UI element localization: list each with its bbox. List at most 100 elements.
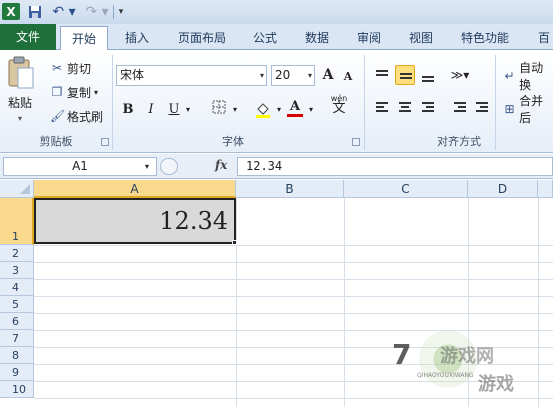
align-top-button[interactable] [372, 65, 392, 85]
cut-button[interactable]: ✂ 剪切 [50, 59, 91, 77]
wrap-text-label: 自动换 [519, 61, 544, 92]
name-box-dropdown-icon[interactable]: ▾ [145, 157, 149, 176]
tab-home[interactable]: 开始 [60, 26, 108, 50]
cut-label: 剪切 [67, 61, 92, 76]
font-name-select[interactable]: 宋体 ▾ [116, 65, 267, 86]
formula-input[interactable]: 12.34 [237, 157, 553, 176]
watermark-number: 7 [392, 338, 412, 371]
gridline [34, 330, 553, 331]
tab-file[interactable]: 文件 [0, 24, 56, 50]
align-center-button[interactable] [395, 98, 415, 118]
phonetic-char: 文 [332, 101, 346, 116]
watermark-text: 游戏网 [440, 346, 494, 367]
format-painter-button[interactable]: 🖌 格式刷 [50, 107, 103, 125]
excel-icon[interactable]: X [2, 3, 20, 20]
row-header-3[interactable]: 3 [0, 262, 34, 279]
fill-color-icon[interactable] [253, 100, 273, 120]
align-left-button[interactable] [372, 98, 392, 118]
align-bottom-button[interactable] [418, 65, 438, 85]
underline-dropdown-icon[interactable]: ▾ [183, 100, 193, 120]
row-header-7[interactable]: 7 [0, 330, 34, 347]
tab-special-features[interactable]: 特色功能 [452, 26, 518, 50]
tab-baidu[interactable]: 百 [534, 26, 553, 50]
tab-review[interactable]: 审阅 [346, 26, 392, 50]
underline-button[interactable]: U [166, 100, 182, 120]
paste-dropdown-icon[interactable]: ▾ [18, 114, 22, 123]
decrease-indent-button[interactable] [450, 98, 470, 118]
quick-access-toolbar: X ↶ ▾ ↷ ▾ ▾ [0, 0, 553, 24]
copy-icon: ❐ [51, 85, 63, 99]
formula-bar-splitter[interactable] [160, 158, 178, 175]
wrap-text-button[interactable]: ↵ 自动换 [503, 61, 553, 92]
tab-data[interactable]: 数据 [294, 26, 340, 50]
format-painter-icon: 🖌 [50, 109, 66, 123]
italic-button[interactable]: I [143, 100, 159, 120]
row-header-2[interactable]: 2 [0, 245, 34, 262]
fill-color-dropdown-icon[interactable]: ▾ [274, 100, 284, 120]
font-size-value: 20 [275, 68, 291, 82]
copy-dropdown-icon: ▾ [94, 87, 99, 97]
undo-icon[interactable]: ↶ ▾ [51, 3, 77, 20]
font-size-select[interactable]: 20 ▾ [271, 65, 315, 86]
scissors-icon: ✂ [51, 61, 63, 75]
increase-indent-button[interactable] [472, 98, 492, 118]
copy-label: 复制 [67, 85, 92, 100]
save-icon[interactable] [27, 3, 43, 20]
paste-button[interactable]: 粘贴 [8, 94, 32, 111]
font-group-label: 字体 [222, 135, 244, 148]
gridline [344, 198, 345, 407]
name-box[interactable]: A1 [3, 157, 157, 176]
tab-insert[interactable]: 插入 [112, 26, 162, 50]
grow-font-button[interactable]: A [320, 65, 336, 85]
merge-center-button[interactable]: ⊞ 合并后 [503, 94, 553, 125]
row-header-10[interactable]: 10 [0, 381, 34, 398]
font-color-dropdown-icon[interactable]: ▾ [306, 100, 316, 120]
gridline [34, 398, 553, 399]
format-painter-label: 格式刷 [67, 109, 104, 124]
gridline [236, 198, 237, 407]
gridline [34, 296, 553, 297]
row-header-6[interactable]: 6 [0, 313, 34, 330]
ribbon-tabs: 文件 开始 插入 页面布局 公式 数据 审阅 视图 特色功能 百 [0, 24, 553, 50]
phonetic-guide-button[interactable]: wén 文 [326, 94, 352, 116]
shrink-font-button[interactable]: A [341, 67, 355, 87]
tab-page-layout[interactable]: 页面布局 [168, 26, 236, 50]
tab-formulas[interactable]: 公式 [242, 26, 288, 50]
align-middle-button[interactable] [395, 65, 415, 85]
cell-a1[interactable]: 12.34 [34, 198, 236, 244]
clipboard-launcher-icon[interactable] [101, 138, 109, 146]
customize-toolbar-icon[interactable]: ▾ [116, 3, 126, 20]
column-header-c[interactable]: C [344, 180, 468, 198]
align-right-button[interactable] [418, 98, 438, 118]
column-header-a[interactable]: A [34, 180, 236, 198]
alignment-group-label: 对齐方式 [437, 135, 481, 148]
redo-icon[interactable]: ↷ ▾ [84, 3, 110, 20]
column-header-e-partial[interactable] [538, 180, 553, 198]
orientation-icon[interactable]: ≫▾ [448, 65, 472, 85]
font-color-button[interactable]: A [287, 97, 303, 117]
row-header-5[interactable]: 5 [0, 296, 34, 313]
merge-icon: ⊞ [504, 102, 515, 116]
column-header-d[interactable]: D [468, 180, 538, 198]
borders-icon[interactable] [210, 100, 228, 120]
row-header-9[interactable]: 9 [0, 364, 34, 381]
copy-button[interactable]: ❐ 复制 ▾ [50, 83, 98, 101]
bold-button[interactable]: B [120, 100, 136, 120]
ribbon-home: 粘贴 ▾ ✂ 剪切 ❐ 复制 ▾ 🖌 格式刷 剪贴板 宋体 ▾ 20 ▾ A A… [0, 50, 553, 153]
paste-icon[interactable] [6, 56, 36, 92]
clipboard-group-label: 剪贴板 [39, 135, 73, 148]
wrap-text-icon: ↵ [504, 69, 515, 83]
select-all-button[interactable] [0, 180, 34, 198]
watermark-url: QIHAOYOUXIWANG [417, 372, 474, 379]
tab-view[interactable]: 视图 [398, 26, 444, 50]
chevron-down-icon: ▾ [307, 71, 312, 80]
merge-label: 合并后 [519, 94, 544, 125]
row-header-8[interactable]: 8 [0, 347, 34, 364]
insert-function-button[interactable]: fx [215, 158, 227, 172]
fill-handle[interactable] [232, 240, 237, 245]
column-header-b[interactable]: B [236, 180, 344, 198]
row-header-4[interactable]: 4 [0, 279, 34, 296]
borders-dropdown-icon[interactable]: ▾ [230, 100, 240, 120]
row-header-1[interactable]: 1 [0, 198, 34, 245]
font-launcher-icon[interactable] [352, 138, 360, 146]
